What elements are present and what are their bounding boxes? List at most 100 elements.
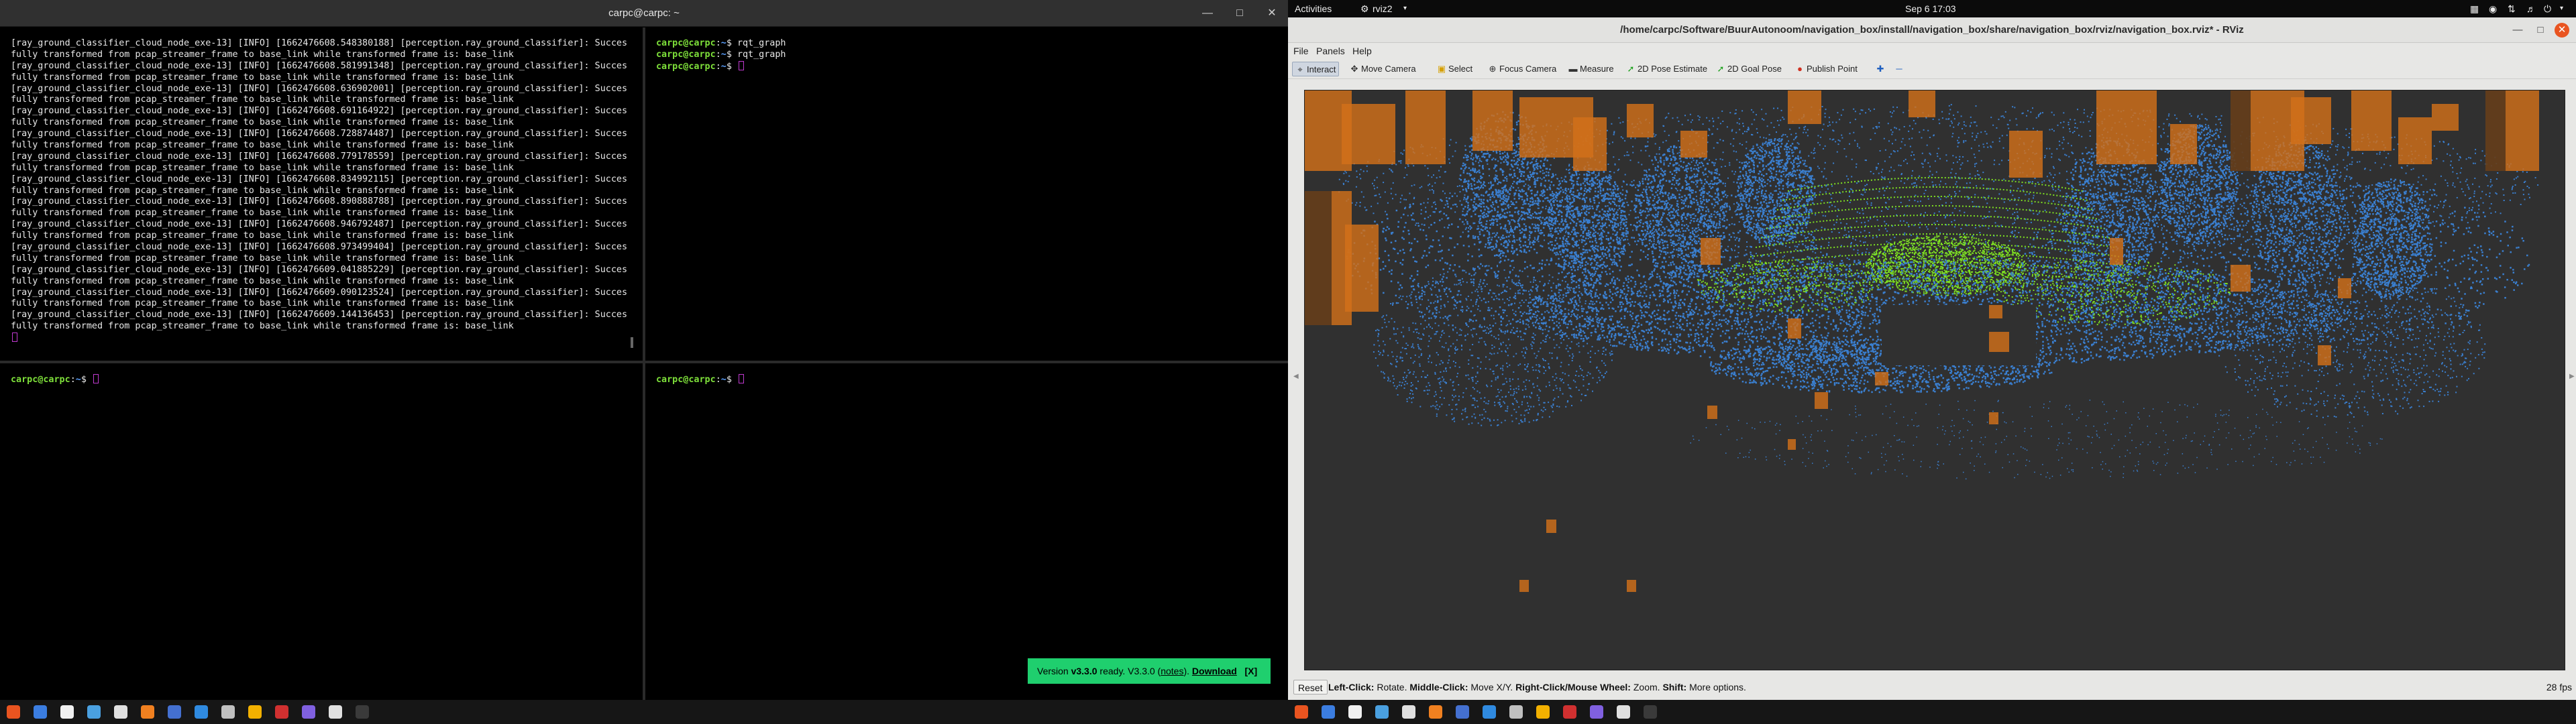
toast-text: Version xyxy=(1037,666,1071,676)
right-panel-handle[interactable]: ▶ xyxy=(2569,373,2575,382)
terminal-pane-top-right[interactable]: carpc@carpc:~$ rqt_graph carpc@carpc:~$ r… xyxy=(645,27,1288,361)
rviz-titlebar[interactable]: /home/carpc/Software/BuurAutonoom/naviga… xyxy=(1288,17,2576,43)
status-hint: Left-Click: Rotate. Middle-Click: Move X… xyxy=(1328,677,1746,697)
taskbar-app-icon[interactable] xyxy=(356,705,369,719)
taskbar-app-icon[interactable] xyxy=(1509,705,1523,719)
bounding-box xyxy=(1345,225,1379,312)
cursor xyxy=(738,374,744,383)
hint-value: Zoom. xyxy=(1630,682,1663,692)
hint-value: More options. xyxy=(1686,682,1746,692)
tool-2d-goal-pose[interactable]: ➚ 2D Goal Pose xyxy=(1713,62,1784,76)
activities-button[interactable]: Activities xyxy=(1295,0,1332,17)
maximize-icon[interactable]: □ xyxy=(1232,5,1248,21)
bounding-box xyxy=(1546,520,1556,533)
app-menu[interactable]: rviz2 xyxy=(1373,0,1393,17)
tool-2d-pose-estimate[interactable]: ➚ 2D Pose Estimate xyxy=(1623,62,1710,76)
taskbar-app-icon[interactable] xyxy=(34,705,47,719)
terminal-pane-top-left[interactable]: [ray_ground_classifier_cloud_node_exe-13… xyxy=(0,27,643,361)
taskbar-app-icon[interactable] xyxy=(141,705,154,719)
prompt-user: carpc@carpc xyxy=(11,375,70,385)
taskbar-app-icon[interactable] xyxy=(1348,705,1362,719)
pane-divider-horizontal[interactable] xyxy=(0,361,1288,363)
menu-bar: File Panels Help xyxy=(1288,43,2576,59)
menu-help[interactable]: Help xyxy=(1352,43,1372,59)
log-line: fully transformed from pcap_streamer_fra… xyxy=(11,140,514,151)
tool-select[interactable]: ▣ Select xyxy=(1434,62,1475,76)
reset-button[interactable]: Reset xyxy=(1293,680,1328,695)
maximize-icon[interactable]: □ xyxy=(2533,23,2548,38)
3d-viewport[interactable] xyxy=(1304,90,2565,670)
taskbar-app-icon[interactable] xyxy=(329,705,342,719)
taskbar-app-icon[interactable] xyxy=(1644,705,1657,719)
taskbar-app-icon[interactable] xyxy=(1483,705,1496,719)
taskbar-app-icon[interactable] xyxy=(1563,705,1576,719)
taskbar-app-icon[interactable] xyxy=(1375,705,1389,719)
bounding-box xyxy=(1573,117,1607,171)
tool-publish-point[interactable]: ● Publish Point xyxy=(1792,62,1860,76)
minimize-icon[interactable]: — xyxy=(1199,5,1216,21)
taskbar-app-icon[interactable] xyxy=(302,705,315,719)
taskbar-app-icon[interactable] xyxy=(1617,705,1630,719)
prompt-separator: : xyxy=(715,375,721,385)
taskbar-app-icon[interactable] xyxy=(114,705,127,719)
prompt-separator: : xyxy=(70,375,76,385)
terminal-titlebar[interactable]: carpc@carpc: ~ — □ ✕ xyxy=(0,0,1288,27)
taskbar-app-icon[interactable] xyxy=(195,705,208,719)
terminal-pane-bottom-left[interactable]: carpc@carpc:~$ xyxy=(0,363,643,700)
scrollbar[interactable] xyxy=(631,337,633,348)
taskbar-app-icon[interactable] xyxy=(221,705,235,719)
taskbar-app-icon[interactable] xyxy=(1456,705,1469,719)
point-cloud-render xyxy=(1305,90,2539,592)
close-icon[interactable]: ✕ xyxy=(2555,23,2569,38)
tool-label: 2D Pose Estimate xyxy=(1638,64,1708,74)
taskbar-app-icon[interactable] xyxy=(1536,705,1550,719)
clock[interactable]: Sep 6 17:03 xyxy=(1905,0,1956,17)
left-panel-handle[interactable]: ◀ xyxy=(1293,373,1299,382)
menu-panels[interactable]: Panels xyxy=(1316,43,1345,59)
tool-focus-camera[interactable]: ⊕ Focus Camera xyxy=(1485,62,1559,76)
close-icon[interactable]: ✕ xyxy=(1264,5,1280,21)
wifi-icon[interactable]: ◉ xyxy=(2489,0,2497,17)
app-menu-icon[interactable]: ⚙ xyxy=(1360,0,1369,17)
taskbar-app-icon[interactable] xyxy=(60,705,74,719)
taskbar-app-icon[interactable] xyxy=(1590,705,1603,719)
add-tool-button[interactable]: ✚ xyxy=(1873,62,1890,76)
prompt-separator: : xyxy=(715,49,721,60)
ground-scan-ring xyxy=(1776,196,2094,210)
taskbar-app-icon[interactable] xyxy=(7,705,20,719)
taskbar-app-icon[interactable] xyxy=(1429,705,1442,719)
bounding-box xyxy=(2338,278,2351,298)
prompt-path: ~ xyxy=(720,49,727,60)
taskbar-app-icon[interactable] xyxy=(1402,705,1415,719)
taskbar-app-icon[interactable] xyxy=(1322,705,1335,719)
prompt-path: ~ xyxy=(720,375,727,385)
taskbar-app-icon[interactable] xyxy=(275,705,288,719)
toast-close-button[interactable]: [X] xyxy=(1244,666,1257,676)
log-line: [ray_ground_classifier_cloud_node_exe-13… xyxy=(11,151,628,162)
log-line: [ray_ground_classifier_cloud_node_exe-13… xyxy=(11,106,628,117)
taskbar-app-icon[interactable] xyxy=(87,705,101,719)
taskbar-app-icon[interactable] xyxy=(168,705,181,719)
indicator-icon[interactable]: ▦ xyxy=(2470,0,2479,17)
prompt-line: carpc@carpc:~$ xyxy=(656,60,1288,72)
taskbar-app-icon[interactable] xyxy=(1295,705,1308,719)
minimize-icon[interactable]: — xyxy=(2510,23,2525,38)
log-line: fully transformed from pcap_streamer_fra… xyxy=(11,95,514,105)
bounding-box xyxy=(2170,124,2197,164)
taskbar-app-icon[interactable] xyxy=(248,705,262,719)
pane-divider-vertical[interactable] xyxy=(643,27,645,700)
remove-tool-button[interactable]: ─ xyxy=(1892,62,1909,76)
menu-file[interactable]: File xyxy=(1293,43,1309,59)
tool-measure[interactable]: ▬ Measure xyxy=(1566,62,1617,76)
power-icon[interactable]: ⏻ xyxy=(2544,0,2551,17)
toast-download-link[interactable]: Download xyxy=(1192,666,1237,676)
terminal-pane-bottom-right[interactable]: carpc@carpc:~$ xyxy=(645,363,1288,700)
tool-interact[interactable]: ⌖ Interact xyxy=(1292,62,1340,76)
log-line: [ray_ground_classifier_cloud_node_exe-13… xyxy=(11,219,628,230)
volume-icon[interactable]: ♬ xyxy=(2526,0,2536,17)
toast-notes-link[interactable]: notes xyxy=(1161,666,1183,676)
empty-prompt-line xyxy=(11,333,643,344)
network-icon[interactable]: ⇅ xyxy=(2508,0,2516,17)
tool-label: Select xyxy=(1448,64,1473,74)
tool-move-camera[interactable]: ✥ Move Camera xyxy=(1347,62,1419,76)
